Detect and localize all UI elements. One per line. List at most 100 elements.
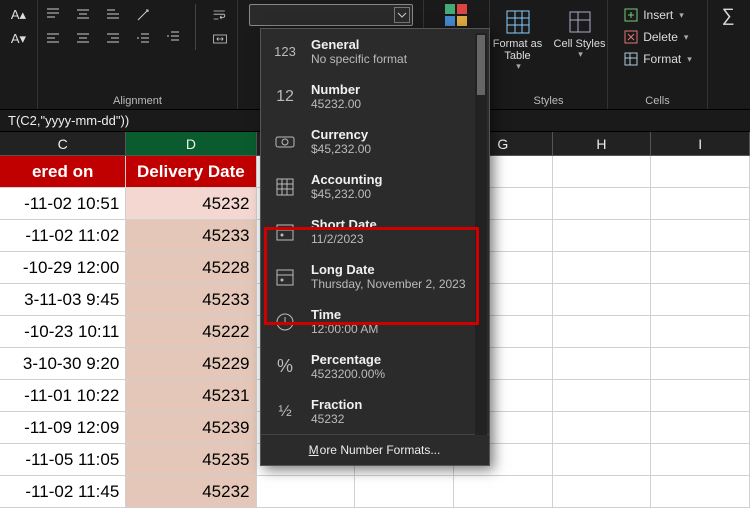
format-option-number[interactable]: 12Number45232.00: [261, 74, 489, 119]
format-option-time[interactable]: Time12:00:00 AM: [261, 299, 489, 344]
format-as-table-button[interactable]: Format as Table▾: [490, 4, 546, 72]
align-center-icon[interactable]: [71, 28, 95, 50]
table-row: -11-02 11:4545232: [0, 476, 750, 508]
cell-empty[interactable]: [553, 220, 652, 252]
cell-empty[interactable]: [355, 476, 454, 508]
cell-delivery-date[interactable]: 45235: [126, 444, 256, 476]
format-option-general[interactable]: 123GeneralNo specific format: [261, 29, 489, 74]
cell-delivery-date[interactable]: 45232: [126, 476, 256, 508]
cell-empty[interactable]: [651, 316, 750, 348]
alignment-group: Alignment: [38, 0, 238, 109]
cell-empty[interactable]: [553, 444, 652, 476]
format-option-percentage[interactable]: %Percentage4523200.00%: [261, 344, 489, 389]
cell-entered-on[interactable]: -11-02 11:45: [0, 476, 126, 508]
format-option-long-date[interactable]: Long DateThursday, November 2, 2023: [261, 254, 489, 299]
cell-entered-on[interactable]: 3-11-03 9:45: [0, 284, 126, 316]
insert-button[interactable]: Insert▾: [619, 4, 696, 26]
cell-delivery-date[interactable]: 45228: [126, 252, 256, 284]
format-option-title: Currency: [311, 127, 371, 142]
format-option-accounting[interactable]: Accounting$45,232.00: [261, 164, 489, 209]
cell-empty[interactable]: [651, 188, 750, 220]
cal-icon: [271, 263, 299, 291]
styles-group: Format as Table▾ Cell Styles▾ Styles: [490, 0, 608, 109]
chevron-down-icon[interactable]: [394, 7, 410, 23]
more-number-formats[interactable]: More Number Formats...: [261, 434, 489, 465]
align-top-icon[interactable]: [41, 4, 65, 26]
format-option-title: Short Date: [311, 217, 377, 232]
format-option-fraction[interactable]: ½Fraction45232: [261, 389, 489, 434]
cell-empty[interactable]: [651, 444, 750, 476]
cell-delivery-date[interactable]: 45231: [126, 380, 256, 412]
cell-entered-on[interactable]: -11-09 12:09: [0, 412, 126, 444]
cell-empty[interactable]: [651, 348, 750, 380]
cell-styles-button[interactable]: Cell Styles▾: [552, 4, 608, 60]
format-option-title: Long Date: [311, 262, 466, 277]
header-delivery-date[interactable]: Delivery Date: [126, 156, 256, 188]
format-option-currency[interactable]: Currency$45,232.00: [261, 119, 489, 164]
format-option-sample: Thursday, November 2, 2023: [311, 277, 466, 291]
delete-button[interactable]: Delete▾: [619, 26, 696, 48]
cell-entered-on[interactable]: -11-01 10:22: [0, 380, 126, 412]
col-header-i[interactable]: I: [651, 132, 750, 156]
format-option-title: Fraction: [311, 397, 362, 412]
number-format-combo[interactable]: [249, 4, 413, 26]
cell-empty[interactable]: [651, 252, 750, 284]
increase-indent-icon[interactable]: [161, 26, 185, 48]
align-middle-icon[interactable]: [71, 4, 95, 26]
decrease-indent-icon[interactable]: [131, 28, 155, 50]
col-header-c[interactable]: C: [0, 132, 126, 156]
cell-empty[interactable]: [553, 348, 652, 380]
format-as-table-label: Format as Table: [490, 38, 546, 62]
cell-delivery-date[interactable]: 45233: [126, 220, 256, 252]
cell-empty[interactable]: [651, 220, 750, 252]
cell-empty[interactable]: [553, 412, 652, 444]
cell-empty[interactable]: [553, 252, 652, 284]
cell-empty[interactable]: [553, 476, 652, 508]
autosum-icon[interactable]: ∑: [716, 4, 740, 26]
header-entered-on[interactable]: ered on: [0, 156, 126, 188]
cells-group: Insert▾ Delete▾ Format▾ Cells: [608, 0, 708, 109]
cell-empty[interactable]: [553, 316, 652, 348]
cell-empty[interactable]: [553, 188, 652, 220]
cell-delivery-date[interactable]: 45222: [126, 316, 256, 348]
cell-delivery-date[interactable]: 45232: [126, 188, 256, 220]
col-header-h[interactable]: H: [553, 132, 652, 156]
cell-entered-on[interactable]: -11-02 10:51: [0, 188, 126, 220]
cell-entered-on[interactable]: 3-10-30 9:20: [0, 348, 126, 380]
cell-empty[interactable]: [651, 412, 750, 444]
wrap-text-icon[interactable]: [206, 4, 234, 26]
format-option-short-date[interactable]: Short Date11/2/2023: [261, 209, 489, 254]
dropdown-scrollbar[interactable]: [475, 33, 487, 435]
align-right-icon[interactable]: [101, 28, 125, 50]
cell-empty[interactable]: [553, 380, 652, 412]
orientation-icon[interactable]: [131, 4, 155, 26]
cell-entered-on[interactable]: -10-23 10:11: [0, 316, 126, 348]
merge-center-icon[interactable]: [206, 28, 234, 50]
%-icon: %: [271, 353, 299, 381]
format-option-sample: 4523200.00%: [311, 367, 385, 381]
cell-entered-on[interactable]: -11-05 11:05: [0, 444, 126, 476]
decrease-font-icon[interactable]: A▾: [7, 28, 31, 50]
cell-empty[interactable]: [553, 284, 652, 316]
format-option-title: Number: [311, 82, 361, 97]
cell-entered-on[interactable]: -11-02 11:02: [0, 220, 126, 252]
cell-delivery-date[interactable]: 45233: [126, 284, 256, 316]
increase-font-icon[interactable]: A▴: [7, 4, 31, 26]
font-adjust-group: A▴ A▾: [0, 0, 38, 109]
cell-empty[interactable]: [257, 476, 356, 508]
align-left-icon[interactable]: [41, 28, 65, 50]
cell-empty[interactable]: [651, 284, 750, 316]
acc-icon: [271, 173, 299, 201]
cell-delivery-date[interactable]: 45229: [126, 348, 256, 380]
insert-label: Insert: [643, 8, 673, 22]
12-icon: 12: [271, 83, 299, 111]
cell-empty[interactable]: [454, 476, 553, 508]
cell-empty[interactable]: [651, 380, 750, 412]
clock-icon: [271, 308, 299, 336]
col-header-d[interactable]: D: [126, 132, 256, 156]
align-bottom-icon[interactable]: [101, 4, 125, 26]
cell-empty[interactable]: [651, 476, 750, 508]
cell-delivery-date[interactable]: 45239: [126, 412, 256, 444]
cell-entered-on[interactable]: -10-29 12:00: [0, 252, 126, 284]
format-button[interactable]: Format▾: [619, 48, 696, 70]
